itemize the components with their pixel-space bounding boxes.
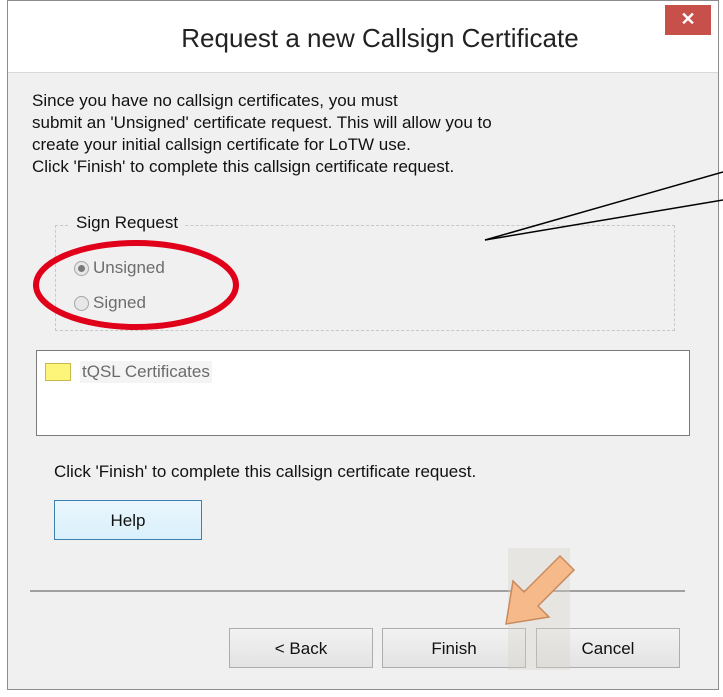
description-text: Since you have no callsign certificates,… [32,90,632,178]
certificate-tree[interactable]: tQSL Certificates [36,350,690,436]
description-line-2: submit an 'Unsigned' certificate request… [32,113,492,132]
close-icon: ✕ [680,9,696,29]
signed-radio-label: Signed [93,293,146,312]
title-divider [8,72,718,73]
tree-item-tqsl-certificates[interactable]: tQSL Certificates [45,361,212,383]
title-bar[interactable]: Request a new Callsign Certificate ✕ [8,1,718,73]
folder-icon [45,363,71,381]
finish-hint-text: Click 'Finish' to complete this callsign… [54,462,477,481]
sign-request-group [55,225,675,331]
signed-radio-option[interactable]: Signed [74,293,146,313]
signed-radio-button[interactable] [74,295,89,311]
button-separator [30,590,685,592]
back-button[interactable]: < Back [229,628,373,668]
sign-request-label: Sign Request [70,213,185,233]
cancel-button[interactable]: Cancel [536,628,680,668]
tree-item-label: tQSL Certificates [80,361,212,383]
dialog-title: Request a new Callsign Certificate [181,23,579,53]
finish-button[interactable]: Finish [382,628,526,668]
unsigned-radio-label: Unsigned [93,258,165,277]
description-line-1: Since you have no callsign certificates,… [32,91,398,110]
description-line-4: Click 'Finish' to complete this callsign… [32,157,455,176]
unsigned-radio-option[interactable]: Unsigned [74,258,165,278]
close-button[interactable]: ✕ [665,5,711,35]
description-line-3: create your initial callsign certificate… [32,135,411,154]
help-button[interactable]: Help [54,500,202,540]
unsigned-radio-button[interactable] [74,260,89,276]
